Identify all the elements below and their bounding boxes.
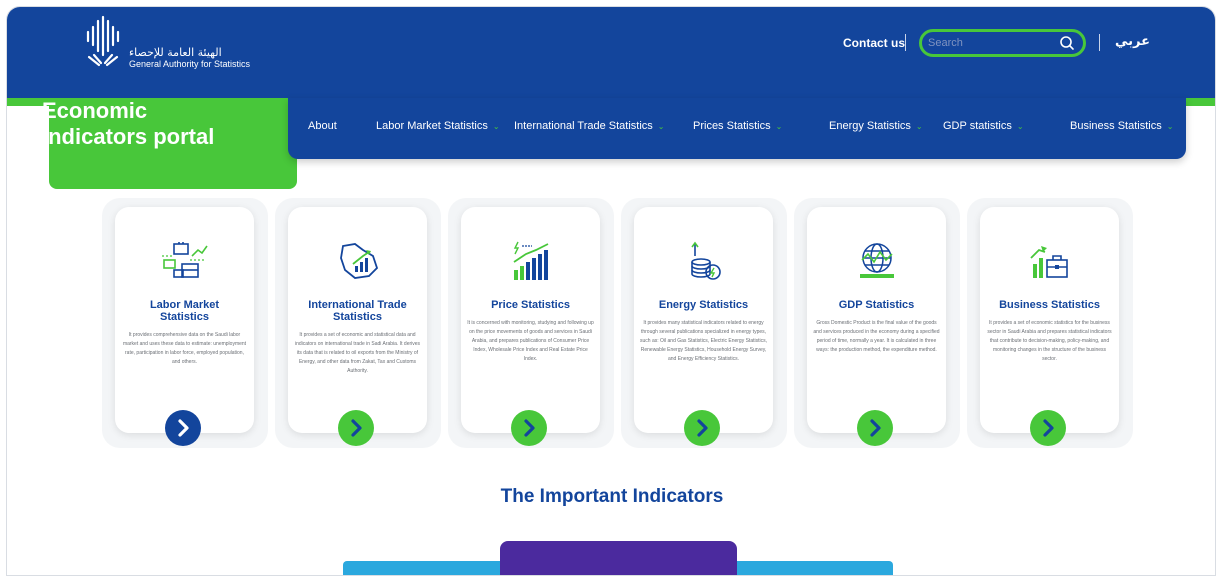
portal-title: Economic indicators portal <box>42 98 214 150</box>
header-divider <box>1099 34 1100 51</box>
chevron-down-icon: ⌄ <box>492 122 500 131</box>
language-toggle[interactable]: عربي <box>1115 34 1150 49</box>
card-description: Gross Domestic Product is the final valu… <box>813 320 940 353</box>
nav-label: Prices Statistics <box>693 120 771 132</box>
nav-item-about[interactable]: About <box>308 120 337 132</box>
card-title-line: Energy Statistics <box>658 299 749 311</box>
important-indicators-heading: The Important Indicators <box>500 486 724 507</box>
card-title: Energy Statistics <box>634 299 773 311</box>
chevron-down-icon: ⌄ <box>1166 122 1174 131</box>
gastat-logo[interactable]: الهيئة العامة للإحصاء General Authority … <box>83 15 250 70</box>
card-description: It provides many statistical indicators … <box>640 320 767 362</box>
header-divider <box>905 34 906 51</box>
business-chart-icon <box>1030 246 1068 278</box>
nav-item-prices[interactable]: Prices Statistics ⌄ <box>693 120 782 132</box>
chevron-down-icon: ⌄ <box>915 122 923 131</box>
chevron-right-icon <box>524 419 535 437</box>
chevron-right-icon <box>178 419 189 437</box>
indicator-card[interactable] <box>500 541 737 575</box>
logo-english-text: General Authority for Statistics <box>129 59 251 69</box>
card-energy-statistics-arrow-button[interactable] <box>684 410 720 446</box>
card-price-statistics[interactable]: Price Statistics It is concerned with mo… <box>461 207 600 433</box>
card-business-statistics[interactable]: Business Statistics It provides a set of… <box>980 207 1119 433</box>
card-gdp-statistics-arrow-button[interactable] <box>857 410 893 446</box>
briefcase-chart-icon <box>162 242 208 278</box>
card-title: Price Statistics <box>461 299 600 311</box>
site-header: الهيئة العامة للإحصاء General Authority … <box>7 7 1215 98</box>
nav-label: Energy Statistics <box>829 120 911 132</box>
card-energy-statistics[interactable]: Energy Statistics It provides many stati… <box>634 207 773 433</box>
card-title-line: Statistics <box>333 311 382 323</box>
main-navigation: About Labor Market Statistics ⌄ Internati… <box>288 98 1186 159</box>
card-description: It provides comprehensive data on the Sa… <box>122 332 247 365</box>
page-frame: الهيئة العامة للإحصاء General Authority … <box>6 6 1216 576</box>
card-title-line: Price Statistics <box>491 299 570 311</box>
search-input[interactable] <box>928 34 1058 52</box>
card-gdp-statistics[interactable]: GDP Statistics Gross Domestic Product is… <box>807 207 946 433</box>
card-title-line: Statistics <box>160 311 209 323</box>
card-title: Labor Market Statistics <box>115 299 254 323</box>
chevron-down-icon: ⌄ <box>775 122 783 131</box>
logo-mark-icon <box>86 15 120 67</box>
card-international-trade-arrow-button[interactable] <box>338 410 374 446</box>
chevron-right-icon <box>870 419 881 437</box>
card-price-statistics-arrow-button[interactable] <box>511 410 547 446</box>
card-labor-market-arrow-button[interactable] <box>165 410 201 446</box>
nav-item-international-trade[interactable]: International Trade Statistics ⌄ <box>514 120 665 132</box>
nav-label: International Trade Statistics <box>514 120 653 132</box>
nav-label: About <box>308 120 337 132</box>
card-title-line: Business Statistics <box>999 299 1100 311</box>
saudi-map-chart-icon <box>340 243 379 279</box>
chevron-down-icon: ⌄ <box>1016 122 1024 131</box>
coins-energy-icon <box>691 241 721 280</box>
nav-item-gdp[interactable]: GDP statistics ⌄ <box>943 120 1024 132</box>
card-description: It provides a set of economic and statis… <box>294 332 421 374</box>
card-title: GDP Statistics <box>807 299 946 311</box>
card-description: It provides a set of economic statistics… <box>987 320 1112 362</box>
card-title-line: GDP Statistics <box>838 299 915 311</box>
portal-title-line1: Economic <box>42 98 148 123</box>
logo-arabic-text: الهيئة العامة للإحصاء <box>129 46 222 59</box>
nav-label: Labor Market Statistics <box>376 120 488 132</box>
card-title: Business Statistics <box>980 299 1119 311</box>
price-bars-icon <box>513 241 549 280</box>
nav-item-labor-market[interactable]: Labor Market Statistics ⌄ <box>376 120 500 132</box>
globe-icon <box>860 243 894 278</box>
card-labor-market[interactable]: Labor Market Statistics It provides comp… <box>115 207 254 433</box>
chevron-right-icon <box>697 419 708 437</box>
card-description: It is concerned with monitoring, studyin… <box>467 320 594 362</box>
chevron-down-icon: ⌄ <box>657 122 665 131</box>
search-icon[interactable] <box>1059 35 1075 51</box>
chevron-right-icon <box>351 419 362 437</box>
nav-label: Business Statistics <box>1070 120 1162 132</box>
nav-item-energy[interactable]: Energy Statistics ⌄ <box>829 120 923 132</box>
card-title-line: International Trade <box>308 299 407 311</box>
card-business-statistics-arrow-button[interactable] <box>1030 410 1066 446</box>
card-title: International Trade Statistics <box>288 299 427 323</box>
card-international-trade[interactable]: International Trade Statistics It provid… <box>288 207 427 433</box>
chevron-right-icon <box>1043 419 1054 437</box>
portal-title-line2: indicators portal <box>42 124 215 149</box>
search-box[interactable] <box>919 29 1086 57</box>
nav-item-business[interactable]: Business Statistics ⌄ <box>1070 120 1173 132</box>
nav-label: GDP statistics <box>943 120 1012 132</box>
contact-us-link[interactable]: Contact us <box>843 36 905 50</box>
card-title-line: Labor Market <box>149 299 220 311</box>
